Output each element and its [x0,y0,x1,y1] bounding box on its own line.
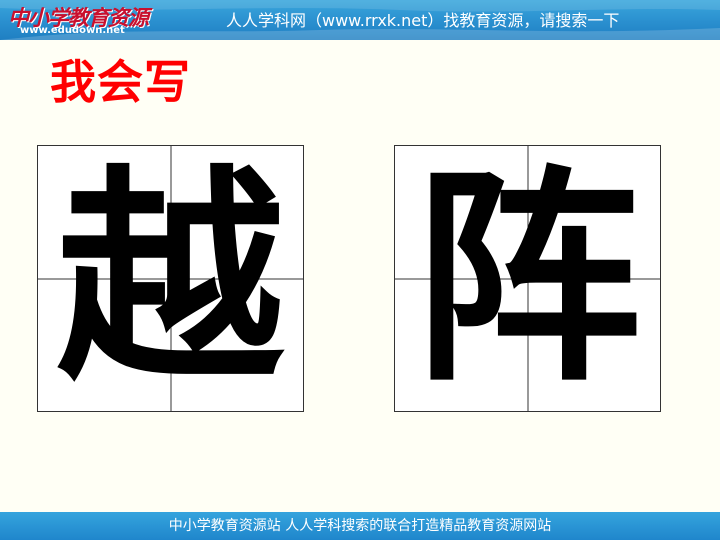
header-banner-text: 人人学科网（www.rrxk.net）找教育资源，请搜索一下 [226,11,620,30]
header-bar: 中小学教育资源 www.edudown.net 人人学科网（www.rrxk.n… [0,0,720,40]
character-grid-box: 阵 [394,145,661,412]
character-grid-box: 越 [37,145,304,412]
footer-text: 中小学教育资源站 人人学科搜索的联合打造精品教育资源网站 [168,518,552,534]
section-title: 我会写 [50,55,191,109]
footer-bar: 中小学教育资源站 人人学科搜索的联合打造精品教育资源网站 [0,512,720,540]
practice-character: 越 [56,145,285,412]
site-logo-url[interactable]: www.edudown.net [20,25,125,36]
practice-character: 阵 [413,145,642,412]
